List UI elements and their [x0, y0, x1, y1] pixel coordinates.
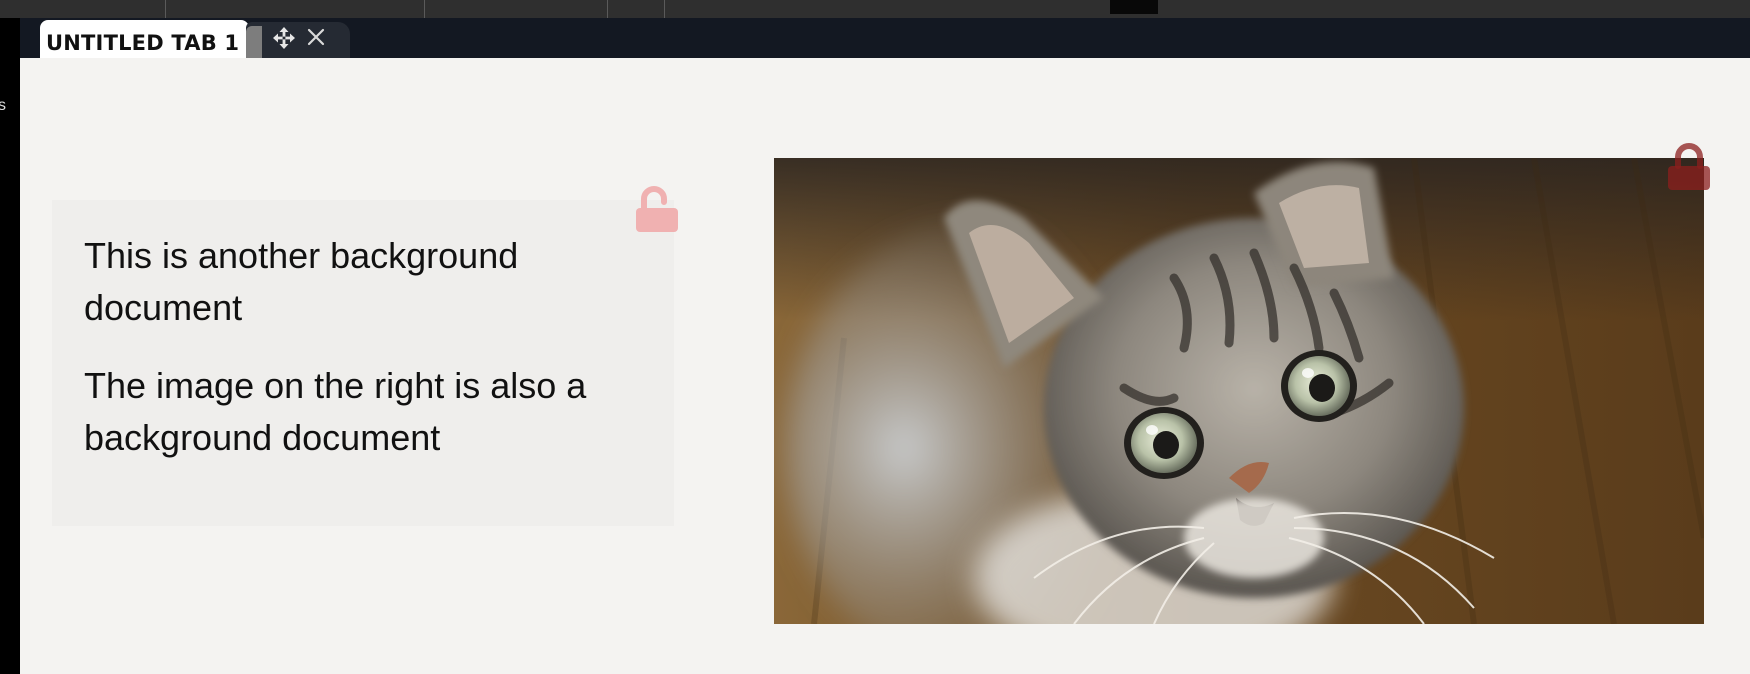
- kitten-image-document[interactable]: [774, 158, 1704, 624]
- tab-label: UNTITLED TAB 1: [46, 31, 240, 55]
- strip-divider: [424, 0, 425, 18]
- document-paragraph: This is another background document: [84, 235, 519, 328]
- strip-divider: [165, 0, 166, 18]
- strip-block: [1110, 0, 1158, 14]
- strip-divider: [664, 0, 665, 18]
- tab-untitled-1[interactable]: UNTITLED TAB 1: [40, 20, 250, 58]
- tab-bar: UNTITLED TAB 1: [20, 18, 1750, 58]
- rail-glyph: s: [0, 97, 6, 114]
- unlocked-padlock-icon[interactable]: [634, 184, 680, 236]
- left-rail: s: [0, 18, 20, 674]
- tab-grip-handle[interactable]: [246, 26, 262, 58]
- close-icon[interactable]: [305, 26, 327, 48]
- strip-divider: [607, 0, 608, 18]
- locked-padlock-icon[interactable]: [1666, 142, 1712, 194]
- browser-top-strip: [0, 0, 1750, 18]
- tab-controls: [246, 22, 350, 58]
- text-document[interactable]: This is another background document The …: [52, 200, 674, 526]
- kitten-image: [774, 158, 1704, 624]
- document-paragraph: The image on the right is also a backgro…: [84, 365, 587, 458]
- move-arrows-icon[interactable]: [272, 26, 296, 50]
